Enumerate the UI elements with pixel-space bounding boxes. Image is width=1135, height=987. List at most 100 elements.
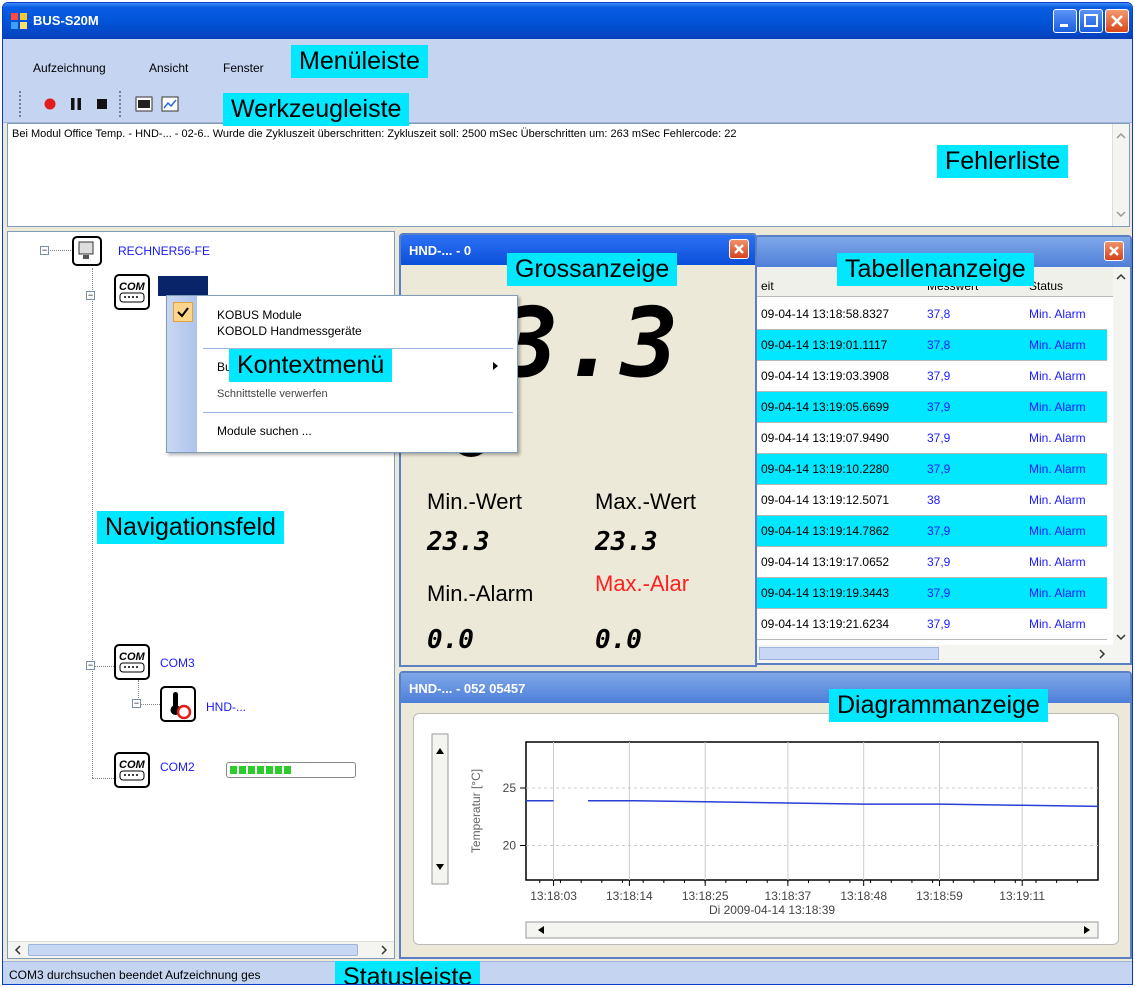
close-button[interactable]: [1105, 9, 1129, 33]
table-hscroll[interactable]: [757, 645, 1130, 663]
context-item-search-modules[interactable]: Module suchen ...: [217, 424, 312, 438]
pause-icon[interactable]: [67, 95, 85, 113]
close-icon: [1111, 15, 1123, 27]
cell-status: Min. Alarm: [1029, 586, 1086, 600]
table-row[interactable]: 09-04-14 13:18:58.8327 37,8 Min. Alarm: [757, 299, 1107, 330]
progress-fill: [230, 766, 291, 774]
table-row[interactable]: 09-04-14 13:19:19.3443 37,9 Min. Alarm: [757, 578, 1107, 609]
cell-status: Min. Alarm: [1029, 462, 1086, 476]
stop-icon[interactable]: [93, 95, 111, 113]
title-bar[interactable]: BUS-S20M: [3, 3, 1132, 39]
context-item-discard-interface[interactable]: Schnittstelle verwerfen: [217, 388, 328, 400]
callout-navigationsfeld: Navigationsfeld: [97, 511, 284, 544]
menu-aufzeichnung[interactable]: Aufzeichnung: [33, 61, 106, 75]
expander-com3[interactable]: −: [86, 661, 95, 670]
table-row[interactable]: 09-04-14 13:19:17.0652 37,9 Min. Alarm: [757, 547, 1107, 578]
scroll-up-icon[interactable]: [1113, 128, 1129, 144]
cell-value: 37,9: [927, 586, 951, 600]
com2-node-icon[interactable]: COM: [114, 752, 150, 788]
chart-icon[interactable]: [161, 95, 179, 113]
table-window[interactable]: eit Messwert Status 09-04-14 13:18:58.83…: [755, 235, 1132, 665]
max-alarm-label: Max.-Alar: [595, 571, 690, 596]
context-item-kobold[interactable]: KOBOLD Handmessgeräte: [217, 324, 362, 338]
scroll-thumb[interactable]: [28, 944, 358, 956]
scroll-left-icon[interactable]: [10, 942, 26, 958]
table-row[interactable]: 09-04-14 13:19:01.1117 37,8 Min. Alarm: [757, 330, 1107, 361]
com-port-icon: COM: [119, 759, 146, 781]
scroll-thumb[interactable]: [759, 647, 939, 660]
com3-node-icon[interactable]: COM: [114, 644, 150, 680]
thermometer-icon: [170, 692, 192, 720]
expander-hnd[interactable]: −: [132, 699, 141, 708]
error-message[interactable]: Bei Modul Office Temp. - HND-... - 02-6.…: [12, 128, 736, 140]
com-port-icon: COM: [119, 651, 146, 673]
table-row[interactable]: 09-04-14 13:19:21.6234 37,9 Min. Alarm: [757, 609, 1107, 640]
table-row[interactable]: 09-04-14 13:19:07.9490 37,9 Min. Alarm: [757, 423, 1107, 454]
table-row[interactable]: 09-04-14 13:19:03.3908 37,9 Min. Alarm: [757, 361, 1107, 392]
column-header-time[interactable]: eit: [761, 279, 774, 293]
table-close-button[interactable]: [1104, 241, 1124, 261]
tree-node-hnd[interactable]: HND-...: [206, 700, 246, 714]
com-port-icon: COM: [119, 281, 146, 303]
tree-node-root[interactable]: RECHNER56-FE: [118, 244, 210, 258]
table-vscroll[interactable]: [1113, 267, 1130, 647]
table-body: 09-04-14 13:18:58.8327 37,8 Min. Alarm 09-0…: [757, 299, 1115, 640]
max-value: 23.3: [595, 527, 658, 557]
expander-com[interactable]: −: [86, 291, 95, 300]
maximize-button[interactable]: [1079, 9, 1103, 33]
callout-kontextmenu: Kontextmenü: [229, 349, 393, 382]
cell-value: 37,9: [927, 555, 951, 569]
table-row[interactable]: 09-04-14 13:19:14.7862 37,9 Min. Alarm: [757, 516, 1107, 547]
table-row[interactable]: 09-04-14 13:19:12.5071 38 Min. Alarm: [757, 485, 1107, 516]
hnd-node-icon[interactable]: [160, 686, 196, 722]
x-tick-label: 13:18:03: [530, 889, 577, 903]
cell-value: 37,8: [927, 338, 951, 352]
context-item-kobus[interactable]: KOBUS Module: [217, 308, 302, 322]
callout-statusleiste: Statusleiste: [335, 961, 481, 984]
com-node-icon[interactable]: COM: [114, 274, 150, 310]
maximize-icon: [1084, 14, 1098, 27]
main-window: BUS-S20M Aufzeichnung Ansicht Fenster Be…: [2, 2, 1133, 985]
selected-node-highlight[interactable]: [158, 276, 208, 296]
computer-node-icon[interactable]: [72, 236, 102, 266]
tree-node-com2[interactable]: COM2: [160, 760, 195, 774]
cell-time: 09-04-14 13:19:05.6699: [761, 400, 890, 414]
toolbar-grip[interactable]: [19, 91, 22, 117]
app-icon: [11, 13, 27, 29]
menu-ansicht[interactable]: Ansicht: [149, 61, 188, 75]
cell-status: Min. Alarm: [1029, 307, 1086, 321]
big-display-close-button[interactable]: [729, 239, 749, 259]
status-bar: COM3 durchsuchen beendet Aufzeichnung ge…: [3, 961, 1132, 984]
callout-fehlerliste: Fehlerliste: [937, 145, 1069, 178]
error-list-scrollbar[interactable]: [1112, 124, 1129, 226]
x-tick-label: 13:18:25: [682, 889, 729, 903]
cell-value: 37,9: [927, 431, 951, 445]
close-icon: [1109, 246, 1119, 256]
status-text: COM3 durchsuchen beendet Aufzeichnung ge…: [9, 968, 261, 982]
display-icon[interactable]: [135, 95, 153, 113]
tree-node-com3[interactable]: COM3: [160, 656, 195, 670]
temperature-chart[interactable]: 13:18:03 13:18:14 13:18:25 13:18:37 13:18:48…: [414, 714, 1118, 944]
callout-menuleiste: Menüleiste: [291, 45, 428, 78]
minimize-icon: [1060, 24, 1068, 27]
navigation-scrollbar[interactable]: [8, 941, 394, 958]
checkmark-icon: [177, 307, 189, 318]
svg-text:COM: COM: [119, 651, 146, 663]
tree-line: [138, 704, 160, 705]
chart-hscroll: [525, 921, 1099, 939]
cell-time: 09-04-14 13:19:12.5071: [761, 493, 890, 507]
scroll-down-icon[interactable]: [1113, 206, 1129, 222]
scroll-right-icon[interactable]: [1094, 646, 1110, 662]
cell-value: 37,9: [927, 462, 951, 476]
expander-root[interactable]: −: [40, 246, 49, 255]
column-header-status[interactable]: Status: [1029, 279, 1063, 293]
scroll-down-icon[interactable]: [1113, 629, 1129, 645]
record-icon[interactable]: [41, 95, 59, 113]
scroll-right-icon[interactable]: [376, 942, 392, 958]
cell-time: 09-04-14 13:19:10.2280: [761, 462, 890, 476]
minimize-button[interactable]: [1053, 9, 1077, 33]
table-row[interactable]: 09-04-14 13:19:05.6699 37,9 Min. Alarm: [757, 392, 1107, 423]
table-row[interactable]: 09-04-14 13:19:10.2280 37,9 Min. Alarm: [757, 454, 1107, 485]
menu-fenster[interactable]: Fenster: [223, 61, 264, 75]
scroll-up-icon[interactable]: [1113, 269, 1129, 285]
